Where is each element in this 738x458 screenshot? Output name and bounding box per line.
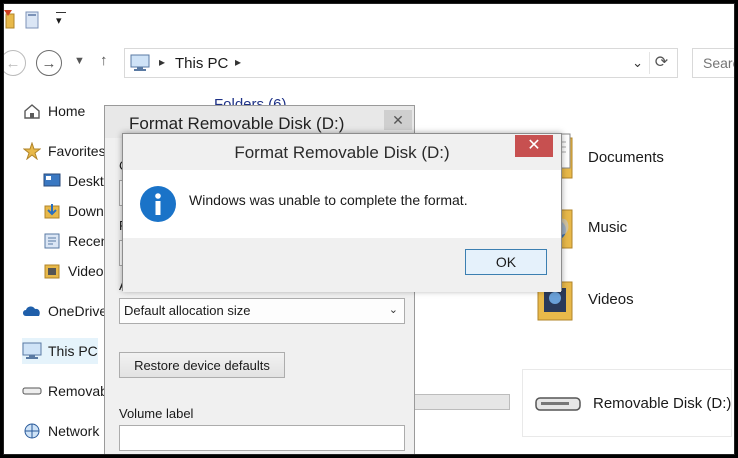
allocation-size-value: Default allocation size bbox=[124, 303, 251, 318]
drive-usage-bar bbox=[414, 394, 510, 410]
drive-removable-disk[interactable]: Removable Disk (D:) bbox=[522, 369, 732, 437]
close-icon[interactable]: ✕ bbox=[384, 110, 412, 130]
restore-defaults-button[interactable]: Restore device defaults bbox=[119, 352, 285, 378]
customize-toolbar-icon[interactable]: ▾ bbox=[56, 14, 62, 27]
star-icon bbox=[22, 142, 42, 160]
nav-item-onedrive[interactable]: OneDrive bbox=[22, 298, 107, 324]
pc-icon bbox=[22, 342, 42, 360]
nav-item-this-pc[interactable]: This PC bbox=[22, 338, 98, 364]
nav-item-network[interactable]: Network bbox=[22, 418, 99, 444]
nav-item-label: OneDrive bbox=[48, 303, 108, 319]
error-dialog-title: Format Removable Disk (D:) bbox=[234, 143, 450, 162]
downloads-icon bbox=[42, 202, 62, 220]
navigation-bar: ← → ▼ ↑ ▸ This PC ▸ ⌄ ⟳ bbox=[4, 44, 734, 80]
videos-icon bbox=[42, 262, 62, 280]
breadcrumb-chevron-icon[interactable]: ▸ bbox=[235, 55, 241, 69]
chevron-down-icon: ⌄ bbox=[388, 304, 398, 316]
home-icon bbox=[22, 102, 42, 120]
nav-item-label: Home bbox=[48, 103, 86, 119]
close-icon[interactable]: ✕ bbox=[515, 135, 553, 157]
format-dialog-title: Format Removable Disk (D:) bbox=[129, 114, 345, 133]
folder-label: Documents bbox=[588, 148, 664, 166]
ok-button[interactable]: OK bbox=[465, 249, 547, 275]
nav-item-label: This PC bbox=[48, 343, 98, 359]
app-icon bbox=[4, 10, 16, 33]
error-message: Windows was unable to complete the forma… bbox=[189, 192, 468, 208]
breadcrumb-this-pc[interactable]: This PC bbox=[175, 55, 228, 72]
address-history-dropdown-icon[interactable]: ⌄ bbox=[632, 55, 643, 71]
volume-label-caption: Volume label bbox=[119, 406, 194, 421]
up-arrow-icon[interactable]: ↑ bbox=[100, 52, 108, 69]
folder-label: Music bbox=[588, 218, 628, 236]
removable-disk-icon bbox=[535, 394, 583, 417]
refresh-icon[interactable]: ⟳ bbox=[649, 52, 673, 74]
error-dialog-body: Windows was unable to complete the forma… bbox=[123, 170, 561, 238]
chevron-down-icon[interactable]: ▼ bbox=[74, 55, 85, 67]
pc-icon bbox=[130, 54, 150, 75]
volume-label-input[interactable] bbox=[119, 425, 405, 451]
error-dialog-title-bar[interactable]: Format Removable Disk (D:) ✕ bbox=[123, 134, 561, 170]
explorer-window: ▾ ← → ▼ ↑ ▸ This PC ▸ ⌄ ⟳ Home Favor bbox=[3, 3, 735, 455]
recent-places-icon bbox=[42, 232, 62, 250]
desktop-icon bbox=[42, 172, 62, 190]
quick-access-toolbar: ▾ bbox=[4, 4, 734, 40]
usb-drive-icon bbox=[22, 382, 42, 400]
drive-label: Removable Disk (D:) bbox=[593, 395, 732, 412]
search-box[interactable] bbox=[692, 48, 734, 78]
forward-arrow-icon[interactable]: → bbox=[36, 50, 62, 76]
nav-item-videos[interactable]: Videos bbox=[42, 258, 111, 284]
nav-item-home[interactable]: Home bbox=[22, 98, 85, 124]
navigation-pane: Home Favorites Desktop Downloads Recent … bbox=[4, 94, 177, 454]
error-dialog-footer: OK bbox=[123, 238, 561, 292]
folder-properties-icon[interactable] bbox=[24, 10, 42, 33]
error-dialog: Format Removable Disk (D:) ✕ Windows was… bbox=[122, 133, 562, 292]
search-input[interactable] bbox=[693, 49, 734, 77]
address-bar[interactable]: ▸ This PC ▸ ⌄ ⟳ bbox=[124, 48, 678, 78]
folder-label: Videos bbox=[588, 290, 634, 308]
breadcrumb-separator-icon: ▸ bbox=[159, 55, 166, 69]
cloud-icon bbox=[22, 302, 42, 320]
info-icon bbox=[139, 185, 177, 226]
allocation-size-select[interactable]: Default allocation size ⌄ bbox=[119, 298, 405, 324]
nav-item-label: Network bbox=[48, 423, 100, 439]
back-arrow-icon[interactable]: ← bbox=[4, 50, 26, 76]
network-icon bbox=[22, 422, 42, 440]
nav-item-favorites[interactable]: Favorites bbox=[22, 138, 106, 164]
nav-item-label: Favorites bbox=[48, 143, 106, 159]
